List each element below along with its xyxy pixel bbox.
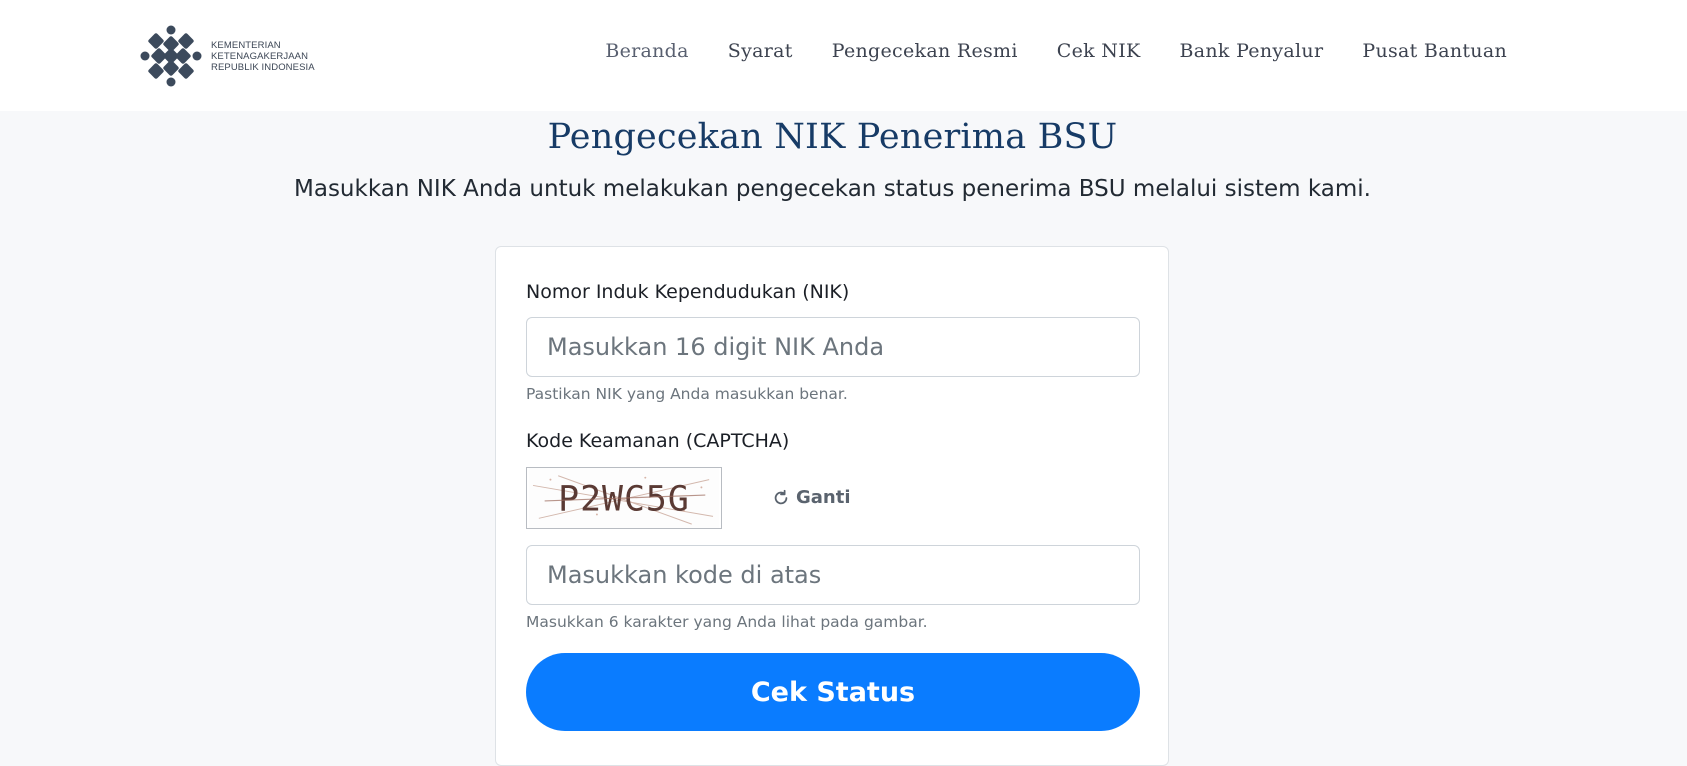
nik-label: Nomor Induk Kependudukan (NIK) (526, 281, 850, 303)
captcha-help-text: Masukkan 6 karakter yang Anda lihat pada… (526, 613, 928, 631)
brand-line-1: KEMENTERIAN (211, 39, 281, 51)
nik-help-text: Pastikan NIK yang Anda masukkan benar. (526, 385, 848, 403)
captcha-input[interactable] (526, 545, 1140, 605)
page-title: Pengecekan NIK Penerima BSU (547, 117, 1118, 157)
main-nav: Beranda Syarat Pengecekan Resmi Cek NIK … (605, 40, 1507, 62)
captcha-image: P2WC5G (526, 467, 722, 529)
brand-line-3: REPUBLIK INDONESIA (211, 61, 315, 73)
check-status-button[interactable]: Cek Status (526, 653, 1140, 731)
brand-line-2: KETENAGAKERJAAN (211, 50, 309, 62)
nik-check-form-card: Nomor Induk Kependudukan (NIK) Pastikan … (495, 246, 1169, 766)
nav-item-pengecekan-resmi[interactable]: Pengecekan Resmi (832, 40, 1018, 62)
site-header: KEMENTERIAN KETENAGAKERJAAN REPUBLIK IND… (0, 0, 1687, 111)
nav-item-pusat-bantuan[interactable]: Pusat Bantuan (1362, 40, 1507, 62)
captcha-label: Kode Keamanan (CAPTCHA) (526, 430, 790, 452)
nav-item-bank-penyalur[interactable]: Bank Penyalur (1180, 40, 1324, 62)
nav-item-cek-nik[interactable]: Cek NIK (1057, 40, 1141, 62)
captcha-refresh-label: Ganti (796, 487, 851, 508)
captcha-refresh-button[interactable]: Ganti (772, 487, 851, 508)
brand-logo[interactable]: KEMENTERIAN KETENAGAKERJAAN REPUBLIK IND… (139, 24, 315, 88)
kemnaker-logo-icon (140, 25, 202, 87)
nav-item-syarat[interactable]: Syarat (728, 40, 793, 62)
nik-input[interactable] (526, 317, 1140, 377)
refresh-icon (774, 489, 788, 504)
brand-text: KEMENTERIAN KETENAGAKERJAAN REPUBLIK IND… (211, 40, 315, 73)
page-subtitle: Masukkan NIK Anda untuk melakukan pengec… (294, 176, 1371, 202)
nav-item-beranda[interactable]: Beranda (605, 40, 688, 62)
